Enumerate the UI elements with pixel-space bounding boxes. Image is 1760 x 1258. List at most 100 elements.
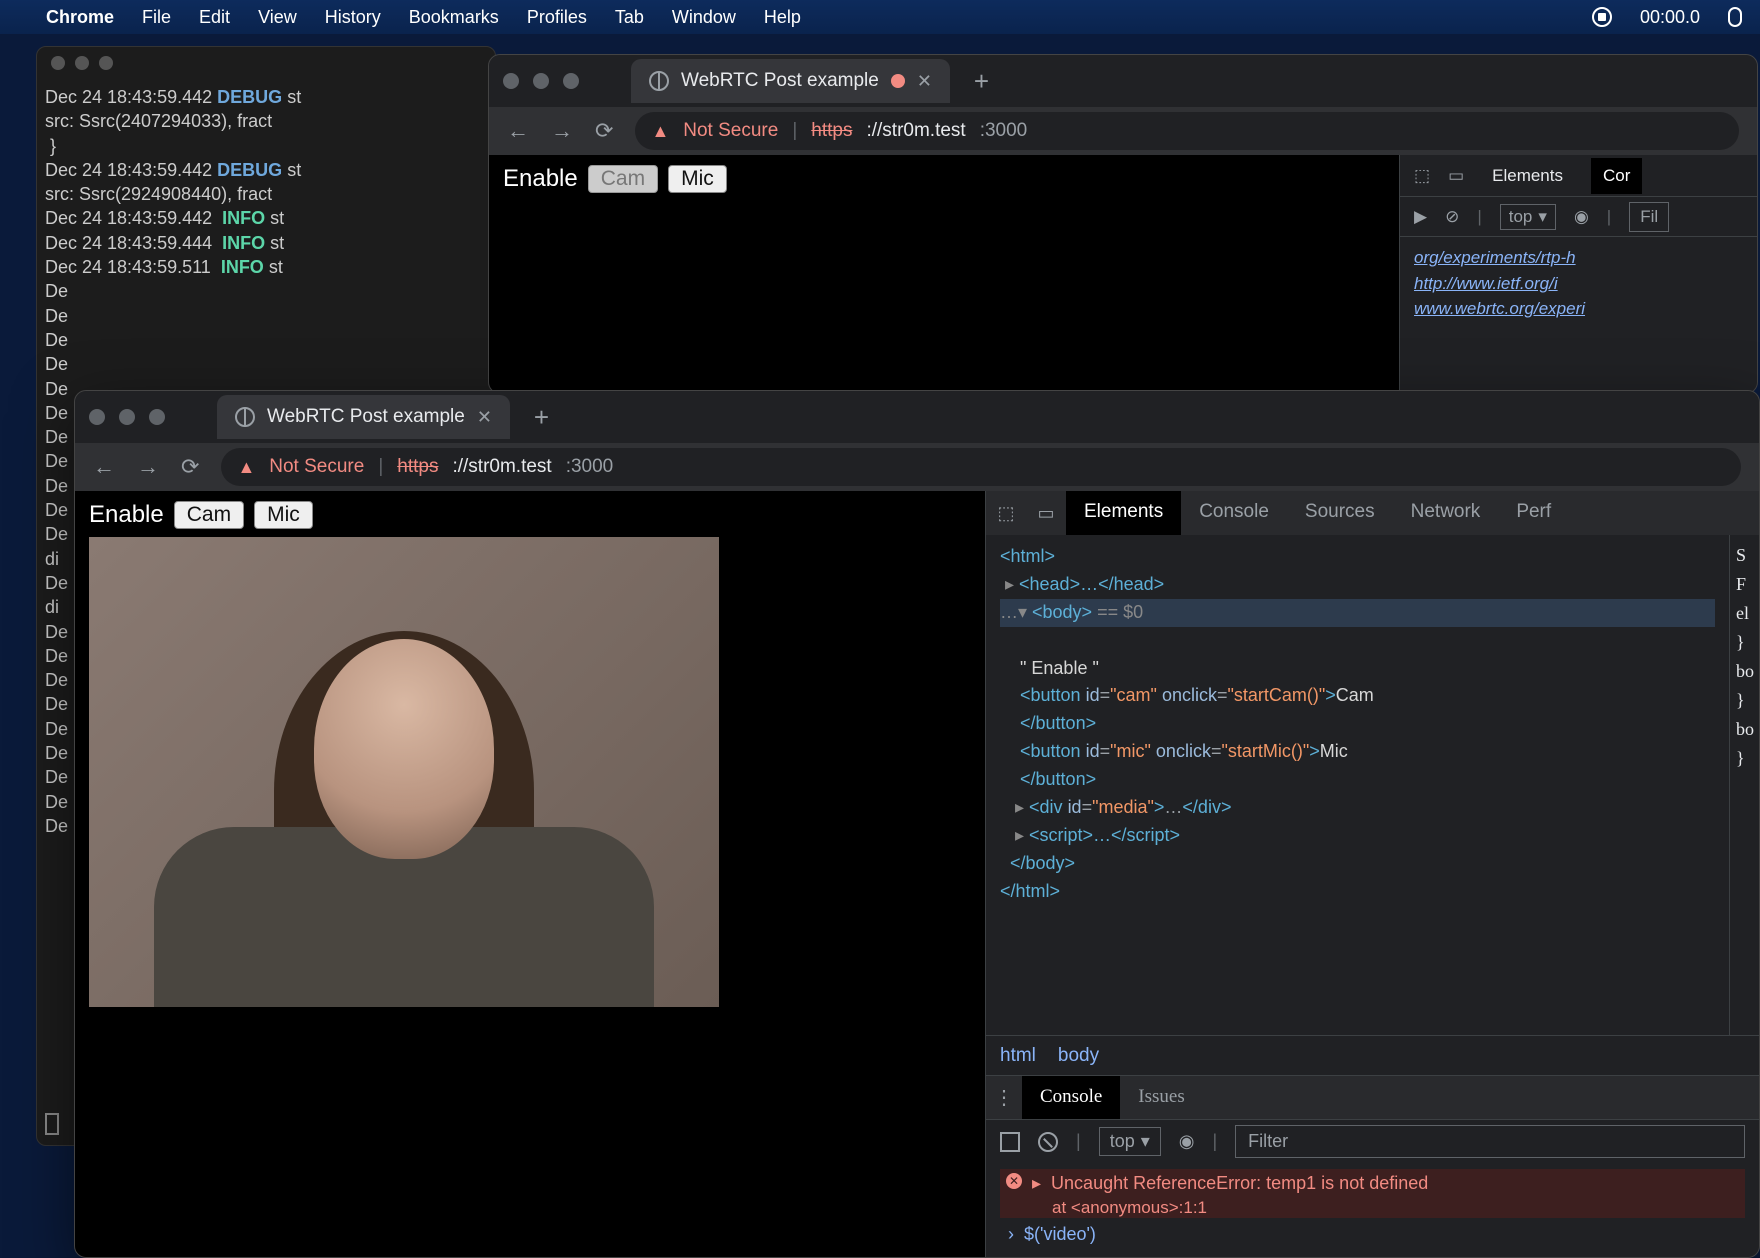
error-message: Uncaught ReferenceError: temp1 is not de… bbox=[1051, 1173, 1428, 1194]
chrome-window-front[interactable]: WebRTC Post example ✕ + ← → ⟳ ▲ Not Secu… bbox=[74, 390, 1760, 1258]
cam-button[interactable]: Cam bbox=[588, 165, 658, 193]
back-button[interactable]: ← bbox=[93, 454, 115, 480]
devtools-tab-elements[interactable]: Elements bbox=[1482, 166, 1573, 186]
traffic-zoom-icon[interactable] bbox=[563, 73, 579, 89]
eye-icon[interactable]: ◉ bbox=[1574, 207, 1589, 227]
menubar-appname[interactable]: Chrome bbox=[46, 7, 114, 28]
console-links: org/experiments/rtp-h http://www.ietf.or… bbox=[1400, 237, 1757, 330]
back-button[interactable]: ← bbox=[507, 118, 529, 144]
elements-tree[interactable]: <html> <head>…</head> …<body> == $0 " En… bbox=[986, 535, 1729, 1035]
enable-label: Enable bbox=[89, 501, 164, 529]
devtools-tab-performance[interactable]: Perf bbox=[1498, 491, 1569, 535]
tab-bar: WebRTC Post example ✕ + bbox=[489, 55, 1757, 107]
macos-menubar: Chrome File Edit View History Bookmarks … bbox=[0, 0, 1760, 34]
url-input[interactable]: ▲ Not Secure | https://str0m.test:3000 bbox=[635, 112, 1739, 150]
menu-window[interactable]: Window bbox=[672, 7, 736, 28]
traffic-close-icon[interactable] bbox=[89, 409, 105, 425]
play-icon[interactable] bbox=[1000, 1132, 1020, 1152]
url-host: ://str0m.test bbox=[452, 456, 551, 478]
menu-view[interactable]: View bbox=[258, 7, 297, 28]
drawer-tab-console[interactable]: Console bbox=[1022, 1076, 1120, 1119]
new-tab-button[interactable]: + bbox=[524, 402, 559, 433]
device-toggle-icon[interactable]: ▭ bbox=[1026, 491, 1066, 535]
close-icon[interactable]: ✕ bbox=[477, 407, 492, 428]
url-port: :3000 bbox=[566, 456, 614, 478]
browser-tab[interactable]: WebRTC Post example ✕ bbox=[217, 395, 510, 439]
forward-button[interactable]: → bbox=[137, 454, 159, 480]
traffic-zoom-icon[interactable] bbox=[149, 409, 165, 425]
browser-tab[interactable]: WebRTC Post example ✕ bbox=[631, 59, 950, 103]
devtools-tab-console[interactable]: Cor bbox=[1591, 158, 1642, 194]
inspect-icon[interactable]: ⬚ bbox=[1414, 166, 1430, 186]
traffic-close-icon[interactable] bbox=[51, 56, 65, 70]
mic-button[interactable]: Mic bbox=[254, 501, 313, 529]
mic-button[interactable]: Mic bbox=[668, 165, 727, 193]
page-content: Enable Cam Mic bbox=[75, 491, 985, 1257]
console-filter-input[interactable]: Filter bbox=[1235, 1125, 1745, 1158]
drawer-tab-issues[interactable]: Issues bbox=[1120, 1076, 1202, 1119]
terminal-titlebar[interactable] bbox=[37, 47, 495, 79]
record-timer: 00:00.0 bbox=[1640, 7, 1700, 28]
video-element[interactable] bbox=[89, 537, 719, 1007]
play-icon[interactable]: ▶ bbox=[1414, 207, 1427, 227]
cam-button[interactable]: Cam bbox=[174, 501, 244, 529]
traffic-minimize-icon[interactable] bbox=[533, 73, 549, 89]
security-label: Not Secure bbox=[683, 120, 778, 142]
menu-bookmarks[interactable]: Bookmarks bbox=[409, 7, 499, 28]
context-selector[interactable]: top ▾ bbox=[1500, 204, 1556, 230]
filter-input[interactable]: Fil bbox=[1629, 202, 1669, 232]
url-host: ://str0m.test bbox=[866, 120, 965, 142]
microphone-icon[interactable] bbox=[1728, 7, 1742, 27]
console-output[interactable]: ✕ ▸ Uncaught ReferenceError: temp1 is no… bbox=[986, 1163, 1759, 1257]
styles-panel[interactable]: SFel}bo}bo} bbox=[1729, 535, 1759, 1035]
screen-record-icon[interactable] bbox=[1592, 7, 1612, 27]
menu-file[interactable]: File bbox=[142, 7, 171, 28]
devtools-tab-sources[interactable]: Sources bbox=[1287, 491, 1393, 535]
terminal-cursor bbox=[45, 1113, 59, 1135]
reload-button[interactable]: ⟳ bbox=[595, 118, 613, 144]
devtools-tab-console[interactable]: Console bbox=[1181, 491, 1287, 535]
console-prompt[interactable]: ›$('video') bbox=[1000, 1218, 1745, 1251]
reload-button[interactable]: ⟳ bbox=[181, 454, 199, 480]
devtools-front[interactable]: ⬚ ▭ Elements Console Sources Network Per… bbox=[985, 491, 1759, 1257]
breadcrumb-body[interactable]: body bbox=[1058, 1045, 1099, 1067]
url-port: :3000 bbox=[980, 120, 1028, 142]
close-icon[interactable]: ✕ bbox=[917, 71, 932, 92]
eye-icon[interactable]: ◉ bbox=[1179, 1131, 1195, 1152]
devtools-tab-elements[interactable]: Elements bbox=[1066, 491, 1181, 535]
console-error[interactable]: ✕ ▸ Uncaught ReferenceError: temp1 is no… bbox=[1000, 1169, 1745, 1198]
drawer-menu-icon[interactable]: ⋮ bbox=[986, 1076, 1022, 1119]
tab-title: WebRTC Post example bbox=[267, 406, 465, 428]
chrome-window-back[interactable]: WebRTC Post example ✕ + ← → ⟳ ▲ Not Secu… bbox=[488, 54, 1758, 394]
elements-breadcrumb[interactable]: html body bbox=[986, 1035, 1759, 1075]
traffic-zoom-icon[interactable] bbox=[99, 56, 113, 70]
menu-help[interactable]: Help bbox=[764, 7, 801, 28]
menu-profiles[interactable]: Profiles bbox=[527, 7, 587, 28]
menu-edit[interactable]: Edit bbox=[199, 7, 230, 28]
context-selector[interactable]: top▾ bbox=[1099, 1127, 1161, 1156]
address-bar: ← → ⟳ ▲ Not Secure | https://str0m.test:… bbox=[75, 443, 1759, 491]
traffic-minimize-icon[interactable] bbox=[119, 409, 135, 425]
clear-icon[interactable]: ⊘ bbox=[1445, 207, 1459, 227]
menu-tab[interactable]: Tab bbox=[615, 7, 644, 28]
breadcrumb-html[interactable]: html bbox=[1000, 1045, 1036, 1067]
globe-icon bbox=[235, 407, 255, 427]
security-label: Not Secure bbox=[269, 456, 364, 478]
url-scheme: https bbox=[397, 456, 438, 478]
device-toggle-icon[interactable]: ▭ bbox=[1448, 166, 1464, 186]
error-stack: at <anonymous>:1:1 bbox=[1000, 1198, 1745, 1218]
new-tab-button[interactable]: + bbox=[964, 66, 999, 97]
url-input[interactable]: ▲ Not Secure | https://str0m.test:3000 bbox=[221, 448, 1741, 486]
warning-icon: ▲ bbox=[237, 457, 255, 478]
traffic-minimize-icon[interactable] bbox=[75, 56, 89, 70]
tab-recording-icon bbox=[891, 74, 905, 88]
inspect-icon[interactable]: ⬚ bbox=[986, 491, 1026, 535]
devtools-back[interactable]: ⬚ ▭ Elements Cor ▶ ⊘ | top ▾ ◉ | Fil org… bbox=[1399, 155, 1757, 393]
traffic-close-icon[interactable] bbox=[503, 73, 519, 89]
clear-icon[interactable] bbox=[1038, 1132, 1058, 1152]
devtools-tab-network[interactable]: Network bbox=[1393, 491, 1499, 535]
tab-bar: WebRTC Post example ✕ + bbox=[75, 391, 1759, 443]
forward-button[interactable]: → bbox=[551, 118, 573, 144]
warning-icon: ▲ bbox=[651, 121, 669, 142]
menu-history[interactable]: History bbox=[325, 7, 381, 28]
